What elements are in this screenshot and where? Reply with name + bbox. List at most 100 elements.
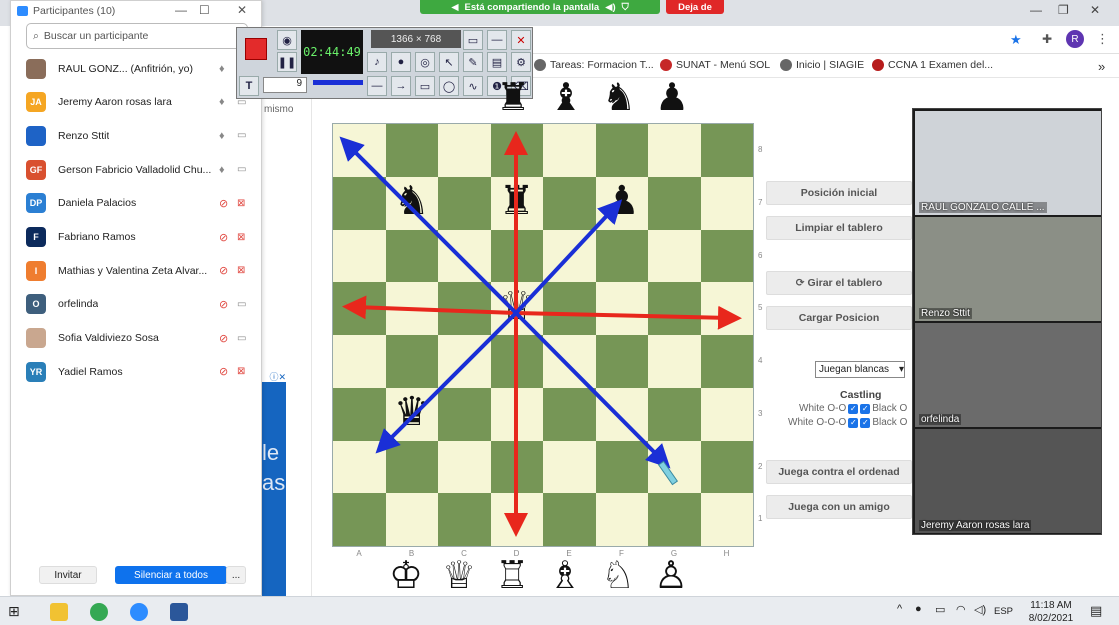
board-square[interactable] (333, 335, 386, 388)
board-square[interactable] (648, 176, 701, 230)
board-square[interactable] (595, 282, 649, 336)
board-square[interactable] (543, 282, 596, 336)
camera-icon[interactable]: ▭ (237, 130, 246, 141)
board-square[interactable] (490, 229, 544, 283)
board-square[interactable] (648, 440, 701, 494)
board-square[interactable] (595, 124, 649, 177)
tray-mic-icon[interactable]: ● (915, 603, 922, 615)
board-square[interactable] (543, 335, 596, 388)
panel-close-icon[interactable]: ✕ (237, 3, 247, 17)
profile-avatar[interactable]: R (1066, 30, 1084, 48)
board-square[interactable] (333, 124, 386, 177)
minimize-icon[interactable]: — (1030, 3, 1042, 17)
board-square[interactable] (438, 282, 491, 336)
board-square[interactable] (333, 176, 386, 230)
tray-piece[interactable]: ♜ (496, 78, 530, 116)
mic-icon[interactable]: ♦ (219, 164, 225, 176)
record-button[interactable] (245, 38, 267, 60)
camera-icon[interactable]: ◉ (277, 30, 297, 50)
mic-muted-icon[interactable]: ⊘ (219, 365, 228, 378)
participant-row[interactable]: F Fabriano Ramos ⊘ ⊠ (11, 221, 261, 254)
cursor-icon[interactable]: ↖ (439, 52, 459, 72)
board-square[interactable] (700, 124, 754, 177)
camera-icon[interactable]: ▭ (237, 333, 246, 344)
board-square[interactable] (543, 229, 596, 283)
mic-muted-icon[interactable]: ⊘ (219, 332, 228, 345)
bookmark-siagie[interactable]: Inicio | SIAGIE (780, 59, 864, 71)
mic-icon[interactable]: ♦ (219, 63, 225, 75)
board-square[interactable] (648, 335, 701, 388)
board-square[interactable] (333, 493, 386, 547)
board-square[interactable] (648, 229, 701, 283)
camera-off-icon[interactable]: ⊠ (237, 366, 245, 377)
chess-piece[interactable]: ♞ (386, 181, 439, 221)
tray-piece[interactable]: ♕ (442, 556, 476, 594)
camera-icon[interactable]: ▭ (237, 299, 246, 310)
board-square[interactable] (385, 335, 439, 388)
wifi-icon[interactable]: ◠ (956, 603, 966, 616)
board-square[interactable] (700, 493, 754, 547)
board-square[interactable] (648, 124, 701, 177)
file-explorer-icon[interactable] (50, 603, 68, 621)
board-square[interactable] (700, 229, 754, 283)
webcam-icon[interactable]: ◎ (415, 52, 435, 72)
bookmark-tareas[interactable]: Tareas: Formacion T... (534, 59, 654, 71)
camera-off-icon[interactable]: ⊠ (237, 198, 245, 209)
board-square[interactable] (490, 335, 544, 388)
word-icon[interactable] (170, 603, 188, 621)
board-square[interactable] (648, 493, 701, 547)
text-tool-icon[interactable]: T (239, 76, 259, 96)
board-square[interactable] (700, 176, 754, 230)
more-bookmarks-icon[interactable]: » (1098, 59, 1105, 74)
board-square[interactable] (490, 124, 544, 177)
stop-share-button[interactable]: Deja de (666, 0, 724, 14)
video-tile[interactable]: Renzo Sttit (915, 217, 1101, 321)
board-square[interactable] (385, 440, 439, 494)
tray-piece[interactable]: ♘ (601, 556, 635, 594)
toolbar-close-icon[interactable]: ✕ (511, 30, 531, 50)
camera-off-icon[interactable]: ⊠ (237, 265, 245, 276)
video-tile[interactable]: Jeremy Aaron rosas lara (915, 429, 1101, 533)
speaker-icon[interactable]: ♪ (367, 52, 387, 72)
mic-muted-icon[interactable]: ⊘ (219, 197, 228, 210)
board-square[interactable] (700, 282, 754, 336)
board-square[interactable] (438, 176, 491, 230)
pen-icon[interactable]: ✎ (463, 52, 483, 72)
board-square[interactable] (333, 282, 386, 336)
chess-piece[interactable]: ♜ (491, 181, 544, 221)
board-square[interactable] (543, 440, 596, 494)
participant-row[interactable]: Sofia Valdiviezo Sosa ⊘ ▭ (11, 322, 261, 355)
chess-piece[interactable]: ♕ (491, 286, 544, 326)
board-square[interactable] (595, 335, 649, 388)
black-oo-checkbox[interactable]: ✓ (860, 403, 871, 414)
flip-board-button[interactable]: ⟳ Girar el tablero (766, 271, 912, 295)
participant-row[interactable]: YR Yadiel Ramos ⊘ ⊠ (11, 355, 261, 388)
board-square[interactable] (438, 493, 491, 547)
board-square[interactable] (438, 229, 491, 283)
panel-minimize-icon[interactable]: — (175, 3, 187, 17)
pen-size-input[interactable]: 9 (263, 77, 307, 93)
close-icon[interactable]: ✕ (1090, 3, 1100, 17)
board-square[interactable] (438, 335, 491, 388)
restore-icon[interactable]: ❐ (1058, 3, 1069, 17)
clear-board-button[interactable]: Limpiar el tablero (766, 216, 912, 240)
chess-piece[interactable]: ♟ (596, 181, 649, 221)
tray-piece[interactable]: ♙ (654, 556, 688, 594)
board-square[interactable] (385, 493, 439, 547)
more-options-button[interactable]: ... (226, 566, 246, 584)
clock[interactable]: 11:18 AM 8/02/2021 (1026, 599, 1076, 625)
board-square[interactable] (595, 440, 649, 494)
initial-position-button[interactable]: Posición inicial (766, 181, 912, 205)
board-square[interactable] (385, 229, 439, 283)
board-square[interactable] (333, 229, 386, 283)
share-banner[interactable]: ◀ Está compartiendo la pantalla ◀) ⛉ (420, 0, 660, 14)
black-ooo-checkbox[interactable]: ✓ (860, 417, 871, 428)
video-tile[interactable]: orfelinda (915, 323, 1101, 427)
mic-icon[interactable]: ● (391, 52, 411, 72)
line-tool-icon[interactable]: — (367, 76, 387, 96)
board-square[interactable] (700, 440, 754, 494)
chess-piece[interactable]: ♛ (386, 392, 439, 432)
board-square[interactable] (700, 335, 754, 388)
participant-row[interactable]: Renzo Sttit ♦ ▭ (11, 119, 261, 152)
participant-row[interactable]: Oorfelinda ⊘ ▭ (11, 288, 261, 321)
